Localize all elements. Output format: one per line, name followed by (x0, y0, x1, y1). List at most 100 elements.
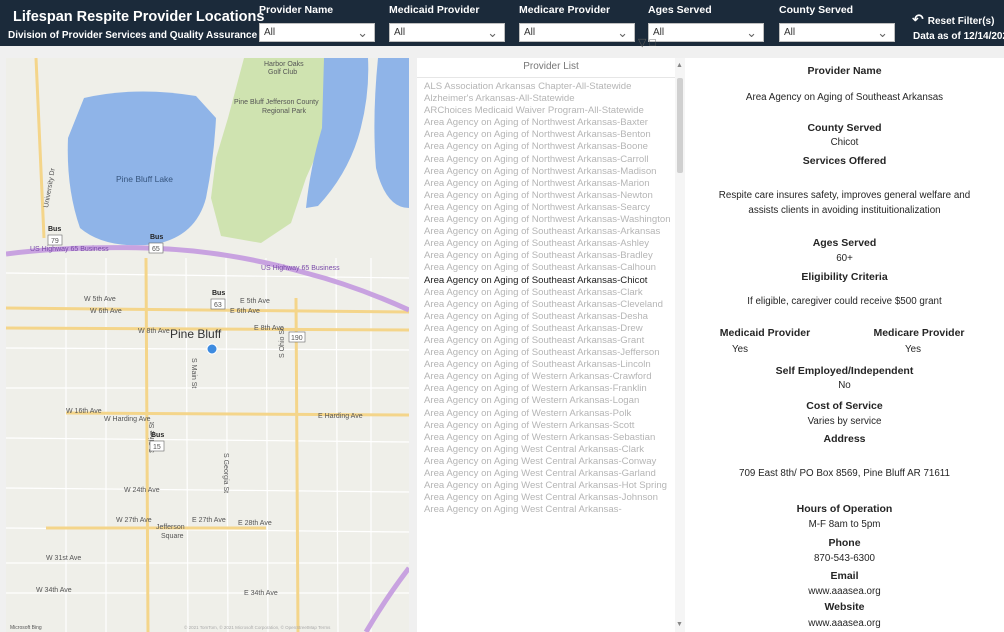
map-label-e34: E 34th Ave (244, 590, 278, 597)
svg-text:Bus: Bus (212, 290, 225, 297)
provider-list-item[interactable]: Area Agency on Aging West Central Arkans… (424, 444, 677, 456)
self-employed-label: Self Employed/Independent (775, 365, 914, 377)
provider-list-item[interactable]: Area Agency on Aging of Western Arkansas… (424, 420, 677, 432)
map-label-georgia-st: S Georgia St (222, 453, 229, 493)
route-shield-190: 190 (288, 331, 306, 343)
map-label-hwy2: US Highway 65 Business (261, 265, 340, 272)
county-served-dropdown[interactable]: All ⌄ (779, 23, 895, 42)
cost-of-service-value: Varies by service (807, 416, 882, 427)
services-offered-value: Respite care insures safety, improves ge… (718, 190, 971, 216)
provider-list-item[interactable]: Area Agency on Aging of Southeast Arkans… (424, 238, 677, 250)
provider-list-item[interactable]: Area Agency on Aging of Western Arkansas… (424, 371, 677, 383)
scroll-down-icon[interactable]: ▼ (676, 621, 683, 628)
provider-list-item[interactable]: Area Agency on Aging of Southeast Arkans… (424, 299, 677, 311)
filter-icon[interactable]: ▽ (638, 37, 646, 49)
provider-list-item[interactable]: Area Agency on Aging of Northwest Arkans… (424, 129, 677, 141)
map-label-w24: W 24th Ave (124, 487, 160, 494)
provider-list-panel: Provider List ALS Association Arkansas C… (417, 58, 685, 632)
map-label-hwy1: US Highway 65 Business (30, 246, 109, 253)
medicaid-provider-value: Yes (732, 344, 748, 355)
provider-name-dropdown[interactable]: All ⌄ (259, 23, 375, 42)
medicare-provider-value: Yes (905, 344, 921, 355)
provider-list-item[interactable]: Alzheimer's Arkansas-All-Statewide (424, 93, 677, 105)
provider-list-item[interactable]: Area Agency on Aging West Central Arkans… (424, 480, 677, 492)
svg-text:190: 190 (291, 335, 303, 342)
map-label-e28: E 28th Ave (238, 520, 272, 527)
provider-list-item[interactable]: Area Agency on Aging of Northwest Arkans… (424, 141, 677, 153)
provider-list-item[interactable]: ARChoices Medicaid Waiver Program-All-St… (424, 105, 677, 117)
provider-list: ALS Association Arkansas Chapter-All-Sta… (417, 78, 677, 516)
svg-text:15: 15 (153, 444, 161, 451)
report-subtitle: Division of Provider Services and Qualit… (8, 30, 258, 41)
provider-list-item[interactable]: Area Agency on Aging of Southeast Arkans… (424, 287, 677, 299)
map-label-w31: W 31st Ave (46, 555, 81, 562)
county-served-value: Chicot (830, 137, 859, 148)
provider-list-item[interactable]: Area Agency on Aging of Northwest Arkans… (424, 117, 677, 129)
slicer-label: Provider Name (259, 4, 334, 16)
slicer-label: Medicaid Provider (389, 4, 480, 16)
provider-list-item[interactable]: Area Agency on Aging of Southeast Arkans… (424, 347, 677, 359)
dropdown-value: All (524, 27, 536, 38)
hours-of-operation-value: M-F 8am to 5pm (808, 519, 881, 530)
email-label: Email (830, 570, 859, 582)
provider-list-item[interactable]: Area Agency on Aging of Western Arkansas… (424, 408, 677, 420)
map-bing-logo: Microsoft Bing (10, 625, 42, 631)
provider-list-item[interactable]: Area Agency on Aging of Northwest Arkans… (424, 166, 677, 178)
provider-list-item[interactable]: Area Agency on Aging of Western Arkansas… (424, 432, 677, 444)
provider-list-item[interactable]: Area Agency on Aging of Southeast Arkans… (424, 323, 677, 335)
map-label-city: Pine Bluff (170, 327, 222, 341)
provider-list-item[interactable]: Area Agency on Aging of Northwest Arkans… (424, 190, 677, 202)
provider-list-item[interactable]: Area Agency on Aging of Northwest Arkans… (424, 202, 677, 214)
ages-served-value: 60+ (836, 253, 853, 264)
dropdown-value: All (264, 27, 276, 38)
provider-list-item[interactable]: Area Agency on Aging of Southeast Arkans… (424, 311, 677, 323)
map-label-w27: W 27th Ave (116, 517, 152, 524)
svg-text:Bus: Bus (48, 226, 61, 233)
map-copyright: © 2021 TomTom, © 2021 Microsoft Corporat… (184, 624, 331, 630)
provider-list-item[interactable]: Area Agency on Aging of Southeast Arkans… (424, 250, 677, 262)
provider-list-item[interactable]: Area Agency on Aging West Central Arkans… (424, 468, 677, 480)
map-label-regional-park: Pine Bluff Jefferson County (234, 99, 319, 106)
provider-list-item[interactable]: Area Agency on Aging of Southeast Arkans… (424, 262, 677, 274)
slicer-medicare-provider: Medicare Provider All ⌄ (519, 4, 635, 44)
slicer-provider-name: Provider Name All ⌄ (259, 4, 375, 44)
map-label-w8: W 8th Ave (138, 328, 170, 335)
scroll-up-icon[interactable]: ▲ (676, 62, 683, 69)
provider-list-item[interactable]: Area Agency on Aging of Southeast Arkans… (424, 226, 677, 238)
services-offered-label: Services Offered (802, 155, 887, 167)
slicer-label: Ages Served (648, 4, 712, 16)
provider-list-item[interactable]: Area Agency on Aging West Central Arkans… (424, 492, 677, 504)
dropdown-value: All (784, 27, 796, 38)
map-label-regional-park-2: Regional Park (262, 108, 306, 115)
cost-of-service-label: Cost of Service (806, 400, 883, 412)
website-value[interactable]: www.aaasea.org (685, 618, 1004, 629)
ages-served-dropdown[interactable]: All ⌄ (648, 23, 764, 42)
provider-list-item[interactable]: Area Agency on Aging of Northwest Arkans… (424, 154, 677, 166)
provider-list-item[interactable]: Area Agency on Aging West Central Arkans… (424, 504, 677, 516)
svg-text:63: 63 (214, 302, 222, 309)
map-label-eharding: E Harding Ave (318, 413, 363, 420)
provider-location-marker[interactable] (206, 343, 218, 355)
scrollbar-thumb[interactable] (677, 78, 683, 173)
provider-list-item[interactable]: Area Agency on Aging of Southeast Arkans… (424, 335, 677, 347)
eligibility-criteria-value: If eligible, caregiver could receive $50… (747, 296, 942, 307)
focus-mode-icon[interactable]: □ (650, 37, 657, 49)
bus-shield-79: Bus 79 (47, 226, 63, 246)
provider-list-item[interactable]: Area Agency on Aging of Northwest Arkans… (424, 214, 677, 226)
provider-list-item[interactable]: Area Agency on Aging of Western Arkansas… (424, 383, 677, 395)
medicare-provider-dropdown[interactable]: All ⌄ (519, 23, 635, 42)
provider-list-item[interactable]: Area Agency on Aging of Northwest Arkans… (424, 178, 677, 190)
provider-list-item[interactable]: ALS Association Arkansas Chapter-All-Sta… (424, 81, 677, 93)
provider-list-item[interactable]: Area Agency on Aging of Western Arkansas… (424, 395, 677, 407)
provider-name-value: Area Agency on Aging of Southeast Arkans… (745, 92, 944, 103)
hours-of-operation-label: Hours of Operation (796, 503, 893, 515)
reset-filters-label: Reset Filter(s) (927, 16, 995, 27)
provider-list-item[interactable]: Area Agency on Aging of Southeast Arkans… (424, 359, 677, 371)
provider-list-item[interactable]: Area Agency on Aging West Central Arkans… (424, 456, 677, 468)
reset-filters-button[interactable]: ↶ Reset Filter(s) (912, 11, 994, 28)
visual-header-icons: ▽ □ (638, 36, 656, 49)
provider-list-item[interactable]: Area Agency on Aging of Southeast Arkans… (424, 275, 677, 287)
email-value[interactable]: www.aaasea.org (685, 586, 1004, 597)
medicaid-provider-dropdown[interactable]: All ⌄ (389, 23, 505, 42)
map-visual[interactable]: Harbor Oaks Golf Club Pine Bluff Jeffers… (6, 58, 409, 632)
